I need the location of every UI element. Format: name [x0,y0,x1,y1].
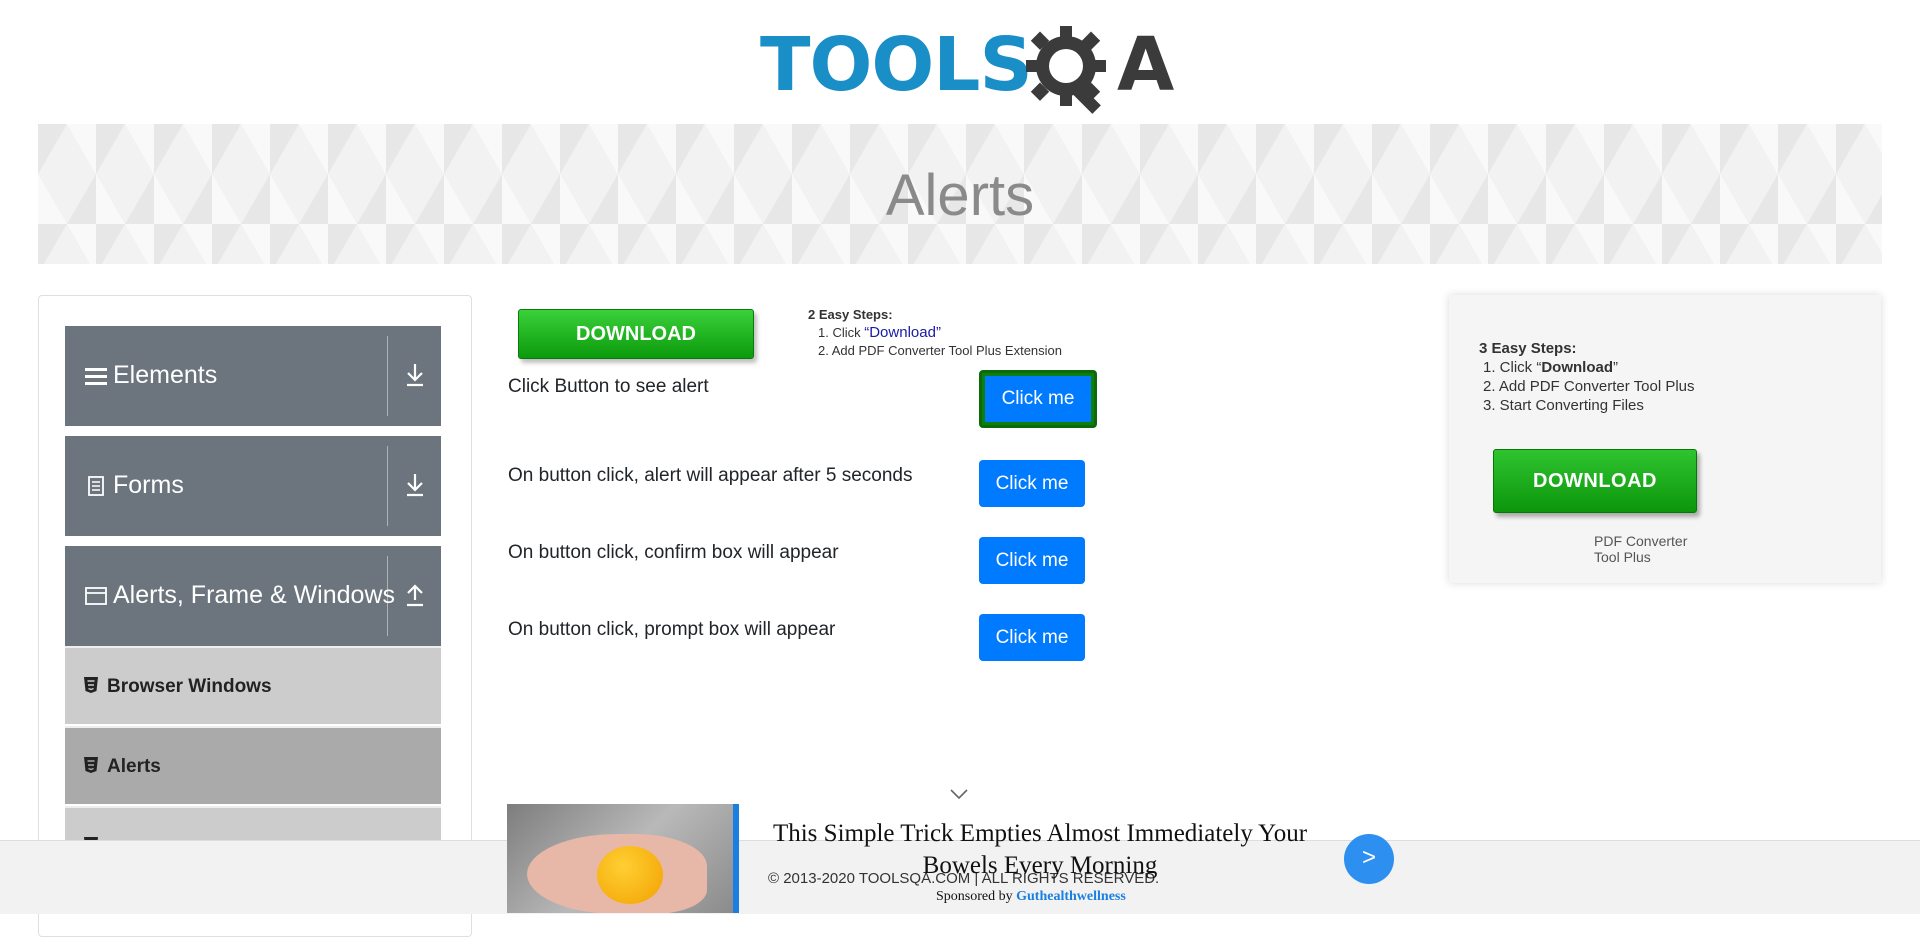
sidebar-item-label: Alerts [107,756,161,777]
document-icon [88,476,104,496]
alert-row-text: Click Button to see alert [508,376,709,397]
divider [387,556,388,636]
sidebar-group-alerts-frame-windows[interactable]: Alerts, Frame & Windows [65,546,441,646]
right-ad-heading: 3 Easy Steps: [1479,340,1577,357]
ad-step-text: 1. Click [818,325,865,340]
sidebar-item-browser-windows[interactable]: Browser Windows [65,646,441,724]
html5-icon [84,677,98,693]
step-bold-text: Download [1541,359,1614,376]
download-arrow-icon[interactable] [403,470,427,500]
product-line: Tool Plus [1594,549,1651,565]
hamburger-icon [85,368,107,385]
ad-download-button[interactable]: DOWNLOAD [518,309,754,359]
logo-text: TOOLS [760,22,1033,108]
right-ad[interactable]: 3 Easy Steps: 1. Click “Download” 2. Add… [1449,295,1881,583]
ad-step-1: 1. Click “Download” [808,324,1062,342]
divider [387,446,388,526]
product-line: PDF Converter [1594,533,1688,549]
right-ad-step-2: 2. Add PDF Converter Tool Plus [1483,378,1695,395]
page-title: Alerts [885,163,1035,228]
logo-text-end: A [1117,22,1175,108]
download-arrow-icon[interactable] [403,360,427,390]
ad-image[interactable] [507,804,737,913]
logo-gear-icon [1026,26,1106,114]
right-ad-step-3: 3. Start Converting Files [1483,397,1644,414]
ad-step-link[interactable]: “Download” [864,324,941,341]
ad-steps-heading: 2 Easy Steps: [808,307,893,322]
prompt-button[interactable]: Click me [979,614,1085,661]
chevron-down-icon[interactable] [950,788,968,800]
upload-arrow-icon[interactable] [403,580,427,610]
page-banner: Alerts [38,124,1882,264]
ad-title[interactable]: This Simple Trick Empties Almost Immedia… [760,818,1320,882]
prompt-row-text: On button click, prompt box will appear [508,619,836,640]
sponsor-prefix: Sponsored by [936,889,1017,904]
timer-alert-button[interactable]: Click me [979,460,1085,507]
alert-button[interactable]: Click me [979,370,1097,428]
sidebar-group-elements[interactable]: Elements [65,326,441,426]
toolsqa-logo[interactable]: TOOLS A [760,18,1174,116]
right-ad-step-1: 1. Click “Download” [1479,358,1695,377]
sidebar-group-label: Elements [113,361,218,389]
sidebar-item-alerts[interactable]: Alerts [65,726,441,804]
right-ad-product: PDF Converter Tool Plus [1594,533,1687,565]
right-ad-download-button[interactable]: DOWNLOAD [1493,449,1697,513]
sidebar-group-label: Forms [113,471,184,499]
timer-alert-row-text: On button click, alert will appear after… [508,465,913,486]
ad-accent-bar [733,804,739,913]
right-ad-steps: 3 Easy Steps: 1. Click “Download” 2. Add… [1479,339,1695,415]
step-text: 1. Click “ [1483,359,1542,376]
alert-button-label: Click me [986,377,1090,421]
step-text: ” [1613,359,1619,376]
confirm-row-text: On button click, confirm box will appear [508,542,839,563]
confirm-button[interactable]: Click me [979,537,1085,584]
sidebar-item-label: Browser Windows [107,676,272,697]
ad-step-2: 2. Add PDF Converter Tool Plus Extension [818,343,1062,358]
ad-steps: 2 Easy Steps: 1. Click “Download” 2. Add… [808,306,1062,360]
sponsor-link[interactable]: Guthealthwellness [1016,889,1126,904]
sidebar-group-forms[interactable]: Forms [65,436,441,536]
html5-icon [84,757,98,773]
ad-sponsor: Sponsored by Guthealthwellness [936,889,1126,905]
window-icon [85,587,107,605]
ad-image-yolk [597,846,663,904]
ad-next-button[interactable]: > [1344,834,1394,884]
divider [387,336,388,416]
sidebar-group-label: Alerts, Frame & Windows [113,581,396,609]
